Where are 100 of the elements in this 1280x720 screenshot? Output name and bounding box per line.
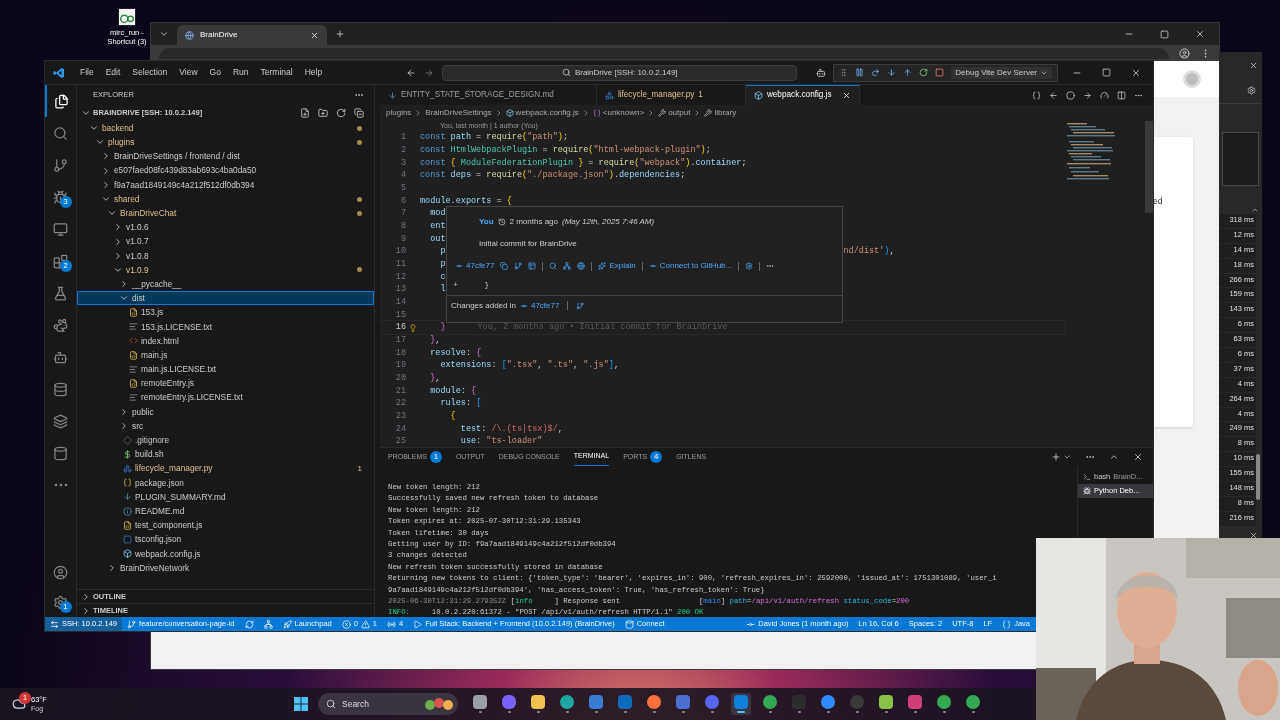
close-icon[interactable] [1133,452,1143,462]
previous-change-icon[interactable] [1049,90,1058,100]
tree-item[interactable]: remoteEntry.js.LICENSE.txt [77,390,374,405]
editor-tab[interactable]: ENTITY_STATE_STORAGE_DESIGN.md [380,85,597,105]
tree-item[interactable]: backend [77,121,374,136]
menu-item[interactable]: Selection [127,66,173,79]
hover-action[interactable]: Explain [598,260,636,272]
command-center[interactable]: BrainDrive [SSH: 10.0.2.149] [442,64,798,81]
lightbulb-icon[interactable] [409,323,417,332]
close-icon[interactable] [1195,29,1205,39]
menu-item[interactable]: View [174,66,203,79]
settings-icon[interactable] [745,262,754,270]
step-over-icon[interactable] [871,68,881,77]
hover-action[interactable]: Connect to GitHub... [648,260,733,272]
tree-item[interactable]: main.js.LICENSE.txt [77,362,374,377]
menu-item[interactable]: Terminal [255,66,298,79]
tree-item[interactable]: shared [77,191,374,207]
compare-icon[interactable] [576,301,585,310]
tree-item[interactable]: plugins [77,135,374,150]
panel-icon[interactable] [528,262,537,270]
breadcrumb[interactable]: BrainDriveSettings [425,107,492,119]
tree-item[interactable]: tsconfig.json [77,532,374,547]
tree-item[interactable]: BrainDriveNetwork [77,560,374,575]
close-icon[interactable] [841,91,851,100]
tree-item[interactable]: .gitignore [77,433,374,448]
tree-item[interactable]: remoteEntry.js [77,376,374,391]
tree-item[interactable]: 153.js.LICENSE.txt [77,319,374,334]
copilot-icon[interactable] [816,67,827,78]
new-tab-icon[interactable] [335,29,345,39]
tree-item[interactable]: src [77,418,374,434]
menu-item[interactable]: File [75,66,99,79]
activity-button[interactable]: 3 [44,181,77,213]
copy-icon[interactable] [500,262,509,270]
tree-item[interactable]: public [77,404,374,419]
globe-icon[interactable] [577,262,586,270]
taskbar-app-icon[interactable] [470,693,490,715]
tree-item[interactable]: PLUGIN_SUMMARY.md [77,489,374,505]
tree-item[interactable]: v1.0.8 [77,248,374,263]
taskbar-app-icon[interactable] [876,693,896,715]
tree-item[interactable]: build.sh [77,447,374,462]
tree-item[interactable]: v1.0.7 [77,234,374,249]
tab-list-icon[interactable] [159,29,169,39]
stop-icon[interactable] [935,68,945,77]
collapse-icon[interactable] [354,108,364,118]
tree-item[interactable]: v1.0.9 [77,262,374,278]
browser-tab[interactable]: BrainDrive [177,25,327,45]
scroll-up-icon[interactable] [1251,206,1259,214]
tree-item[interactable]: BrainDriveSettings / frontend / dist [77,149,374,164]
search-icon[interactable] [549,262,558,270]
breadcrumb[interactable]: library [704,107,737,119]
caret-icon[interactable] [1063,453,1071,461]
menu-item[interactable]: Run [227,66,254,79]
tree-item[interactable]: main.js [77,348,374,363]
maximize-icon[interactable] [1160,29,1169,39]
next-change-icon[interactable] [1083,90,1092,100]
new-file-icon[interactable] [300,108,310,118]
maximize-panel-icon[interactable] [1109,452,1119,462]
tree-item[interactable]: package.json [77,475,374,490]
split-editor-icon[interactable] [1117,90,1126,100]
tree-item[interactable]: lifecycle_manager.py 1 [77,461,374,476]
taskbar-app-icon[interactable] [499,693,519,715]
taskbar-app-icon[interactable] [731,693,751,715]
tree-item[interactable]: v1.0.6 [77,220,374,235]
menu-item[interactable]: Edit [100,66,126,79]
start-icon[interactable] [294,697,308,711]
step-out-icon[interactable] [903,68,913,77]
commit-link[interactable]: 47cfe77 [519,299,560,312]
taskbar-app-icon[interactable] [528,693,548,715]
tree-item[interactable]: README.md [77,504,374,519]
close-icon[interactable] [1249,60,1258,70]
tree-item[interactable]: webpack.config.js [77,546,374,561]
more-icon[interactable] [766,262,775,270]
forward-icon[interactable] [424,67,435,78]
close-icon[interactable] [1249,530,1258,540]
activity-button[interactable]: 1 [44,587,77,617]
refresh-icon[interactable] [336,108,346,118]
new-terminal-icon[interactable] [1051,452,1061,462]
editor-tab[interactable]: webpack.config.js [745,85,860,105]
editor-tab[interactable]: lifecycle_manager.py 1 [596,85,746,105]
settings-icon[interactable] [1247,86,1256,95]
new-folder-icon[interactable] [318,108,328,118]
circle-icon[interactable] [1066,90,1075,100]
weather-icon[interactable] [12,697,26,711]
breadcrumb[interactable]: <unknown> [592,107,645,119]
graph-icon[interactable] [563,262,572,270]
pause-icon[interactable] [855,68,865,77]
close-icon[interactable] [310,30,319,40]
tree-item[interactable]: e507faed08fc439d83ab693c4ba0da50 [77,163,374,178]
tree-item[interactable]: BrainDriveChat [77,206,374,221]
step-into-icon[interactable] [887,68,897,77]
breadcrumb[interactable]: plugins [386,107,412,119]
menu-item[interactable]: Help [299,66,328,79]
tree-item[interactable]: index.html [77,333,374,348]
profile-icon[interactable] [1179,48,1190,59]
tree-item[interactable]: test_component.js [77,518,374,533]
restart-icon[interactable] [919,68,929,77]
maximize-icon[interactable] [1102,68,1111,77]
activity-button[interactable]: 2 [44,245,77,277]
commit-link[interactable]: 47cfe77 [455,260,495,272]
menu-item[interactable]: Go [204,66,226,79]
